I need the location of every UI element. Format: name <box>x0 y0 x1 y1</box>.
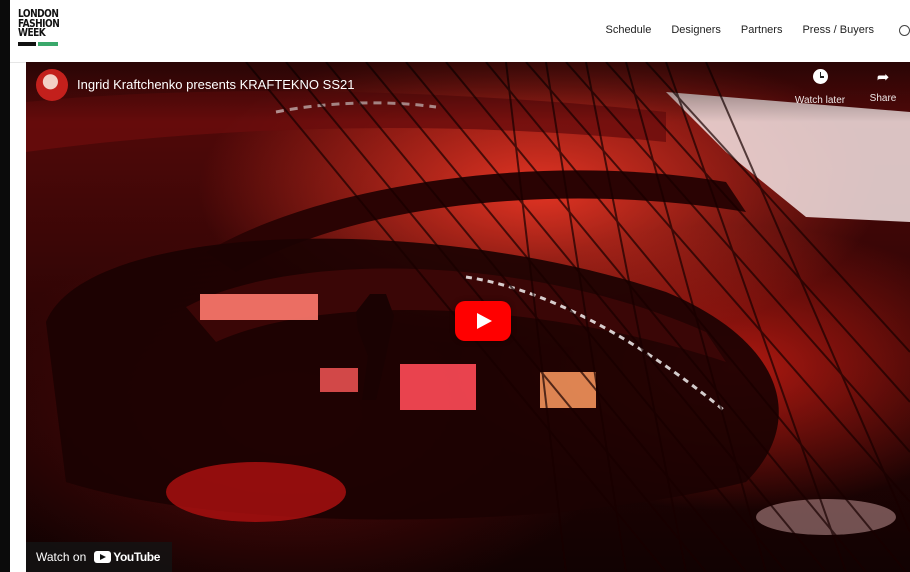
search-icon[interactable] <box>899 25 910 36</box>
play-button[interactable] <box>455 301 511 341</box>
youtube-wordmark: YouTube <box>113 550 160 564</box>
nav-designers[interactable]: Designers <box>671 24 721 36</box>
share-arrow-icon: ➦ <box>876 69 890 86</box>
watch-later-button[interactable]: Watch later <box>790 69 850 106</box>
main-nav: Schedule Designers Partners Press / Buye… <box>605 24 874 36</box>
share-label: Share <box>869 93 897 104</box>
lfw-logo[interactable]: LONDON FASHION WEEK <box>18 8 70 46</box>
site-header: LONDON FASHION WEEK Schedule Designers P… <box>10 0 910 63</box>
nav-press-buyers[interactable]: Press / Buyers <box>802 24 874 36</box>
nav-schedule[interactable]: Schedule <box>605 24 651 36</box>
watch-on-youtube-button[interactable]: Watch on YouTube <box>26 542 172 572</box>
youtube-play-icon <box>94 551 112 563</box>
clock-icon <box>812 69 828 84</box>
title-overlay-gradient <box>26 62 910 122</box>
nav-partners[interactable]: Partners <box>741 24 783 36</box>
video-title[interactable]: Ingrid Kraftchenko presents KRAFTEKNO SS… <box>77 77 354 92</box>
logo-badges <box>18 41 70 46</box>
watch-later-label: Watch later <box>794 95 846 106</box>
logo-wordmark: LONDON FASHION WEEK <box>18 8 61 37</box>
logo-badge-dark <box>18 41 36 46</box>
channel-avatar[interactable] <box>36 69 68 101</box>
youtube-embed[interactable]: Ingrid Kraftchenko presents KRAFTEKNO SS… <box>26 62 910 572</box>
share-button[interactable]: ➦ Share <box>858 69 908 104</box>
logo-badge-green <box>38 41 58 46</box>
youtube-logo: YouTube <box>94 550 160 564</box>
watch-on-label: Watch on <box>36 550 87 564</box>
browser-viewport: LONDON FASHION WEEK Schedule Designers P… <box>10 0 910 572</box>
